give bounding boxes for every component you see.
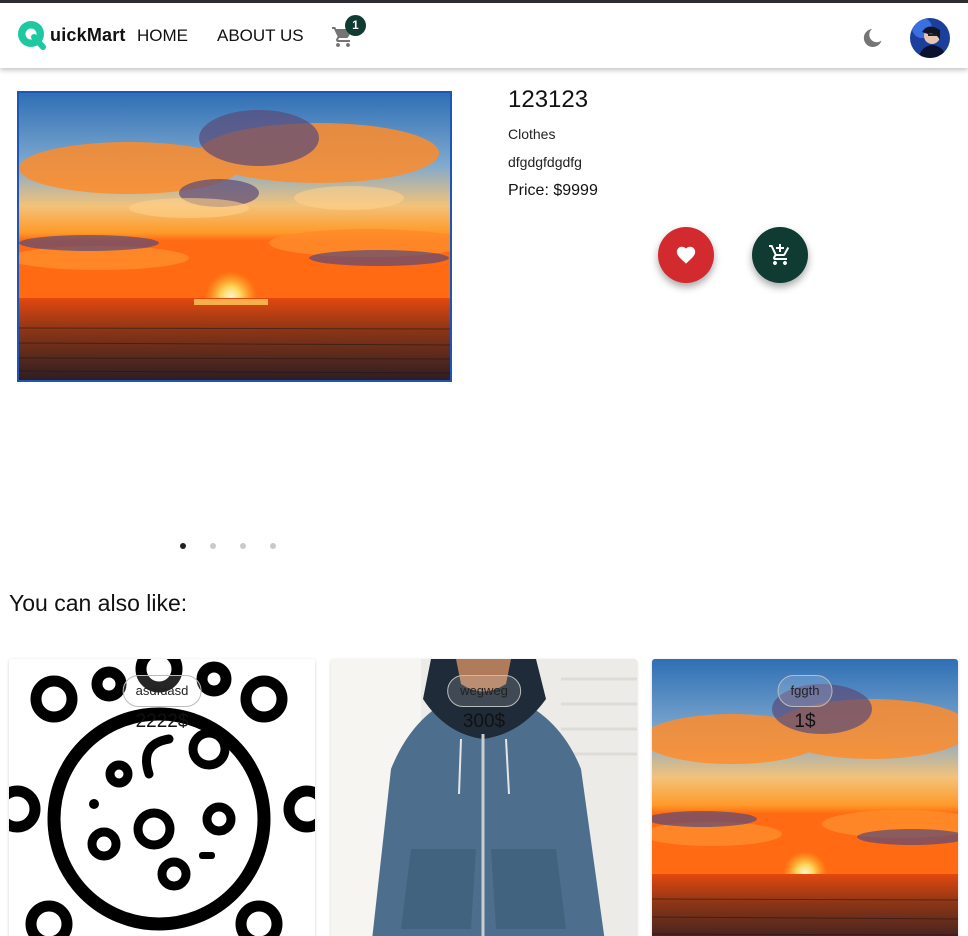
- carousel-indicators: [180, 540, 276, 552]
- product-image[interactable]: [17, 91, 452, 382]
- recommendations-heading: You can also like:: [9, 590, 188, 616]
- recommendation-price: 300$: [462, 711, 506, 732]
- product-description: dfgdgfdgdfg: [508, 154, 582, 170]
- recommendation-price: 1$: [794, 711, 816, 732]
- recommendation-price: 2222$: [135, 711, 189, 732]
- recommendation-name-chip: asdfdasd: [122, 675, 202, 707]
- carousel-dot[interactable]: [180, 543, 186, 549]
- recommendation-name-chip: wegweg: [447, 675, 521, 707]
- recommendation-card[interactable]: asdfdasd 2222$: [9, 659, 315, 936]
- add-to-favorites-button[interactable]: [658, 227, 714, 283]
- add-to-cart-button[interactable]: [752, 227, 808, 283]
- nav-about-link[interactable]: ABOUT US: [217, 26, 304, 46]
- nav-home-link[interactable]: HOME: [137, 26, 188, 46]
- carousel-dot[interactable]: [210, 543, 216, 549]
- recommendation-card[interactable]: fggth 1$: [652, 659, 958, 936]
- recommendation-name-chip: fggth: [777, 675, 833, 707]
- add-to-cart-icon: [769, 244, 790, 265]
- heart-icon: [676, 246, 696, 264]
- carousel-dot[interactable]: [270, 543, 276, 549]
- product-price: Price: $9999: [508, 182, 598, 199]
- carousel-dot[interactable]: [240, 543, 246, 549]
- top-navbar: uickMart HOME ABOUT US 1: [0, 0, 968, 68]
- product-category: Clothes: [508, 126, 556, 142]
- product-title: 123123: [508, 86, 589, 113]
- brand-logo[interactable]: uickMart: [16, 19, 126, 51]
- logo-q-icon: [16, 19, 48, 51]
- recommendation-card[interactable]: wegweg 300$: [331, 659, 637, 936]
- cart-count-badge: 1: [345, 15, 366, 36]
- moon-icon[interactable]: [862, 27, 884, 49]
- logo-text: uickMart: [50, 24, 126, 45]
- user-avatar[interactable]: [910, 18, 950, 58]
